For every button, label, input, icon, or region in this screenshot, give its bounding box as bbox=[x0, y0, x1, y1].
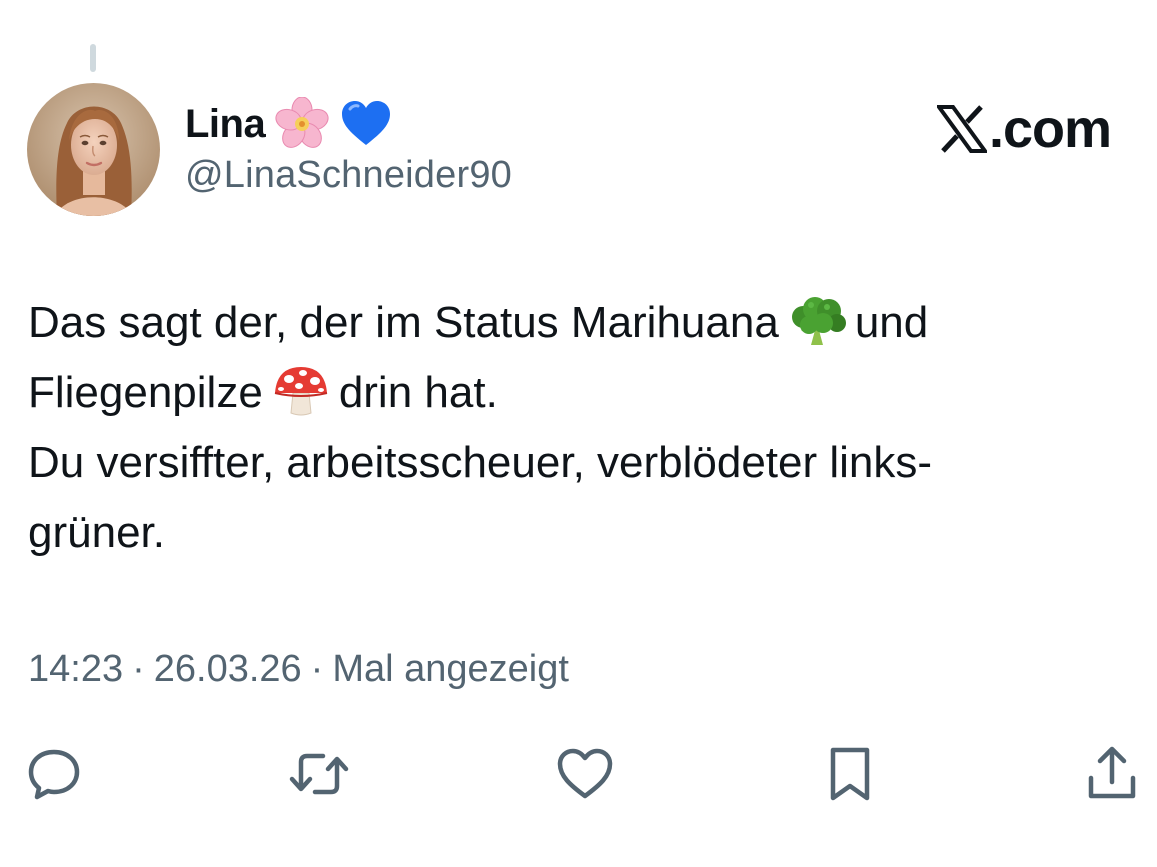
x-logo-icon bbox=[935, 105, 989, 153]
like-icon bbox=[554, 744, 616, 804]
share-icon bbox=[1082, 744, 1142, 804]
brand-watermark: .com bbox=[935, 98, 1112, 160]
tweet-text: Das sagt der, der im Status Marihuana un… bbox=[28, 288, 1108, 568]
blue-heart-icon bbox=[339, 97, 393, 151]
thread-connector-line bbox=[90, 44, 96, 72]
retweet-icon bbox=[287, 744, 351, 804]
reply-icon bbox=[24, 744, 84, 804]
author-display-name[interactable]: Lina bbox=[185, 102, 266, 147]
tweet-time[interactable]: 14:23 bbox=[28, 648, 123, 690]
like-button[interactable] bbox=[553, 742, 617, 806]
share-button[interactable] bbox=[1080, 742, 1144, 806]
brand-domain-label: .com bbox=[988, 99, 1112, 159]
author-name-row[interactable]: Lina bbox=[185, 96, 393, 152]
tweet-line-2: Fliegenpilze drin hat. bbox=[28, 358, 1108, 428]
tweet-meta: 14:23 · 26.03.26 · Mal angezeigt bbox=[28, 648, 569, 691]
cherry-blossom-icon bbox=[275, 96, 329, 151]
meta-separator: · bbox=[132, 648, 145, 690]
bookmark-icon bbox=[823, 744, 877, 804]
mushroom-icon bbox=[271, 363, 331, 417]
broccoli-icon bbox=[787, 295, 847, 347]
tweet-line-1: Das sagt der, der im Status Marihuana un… bbox=[28, 288, 1108, 358]
author-handle[interactable]: @LinaSchneider90 bbox=[185, 154, 512, 197]
tweet-views[interactable]: Mal angezeigt bbox=[332, 648, 569, 690]
meta-separator: · bbox=[310, 648, 324, 690]
retweet-button[interactable] bbox=[287, 742, 351, 806]
reply-button[interactable] bbox=[22, 742, 86, 806]
tweet-date[interactable]: 26.03.26 bbox=[154, 648, 302, 690]
tweet-line-4: grüner. bbox=[28, 508, 165, 557]
tweet-line-3: Du versiffter, arbeitsscheuer, verblödet… bbox=[28, 438, 933, 487]
avatar[interactable] bbox=[27, 83, 160, 216]
bookmark-button[interactable] bbox=[818, 742, 882, 806]
